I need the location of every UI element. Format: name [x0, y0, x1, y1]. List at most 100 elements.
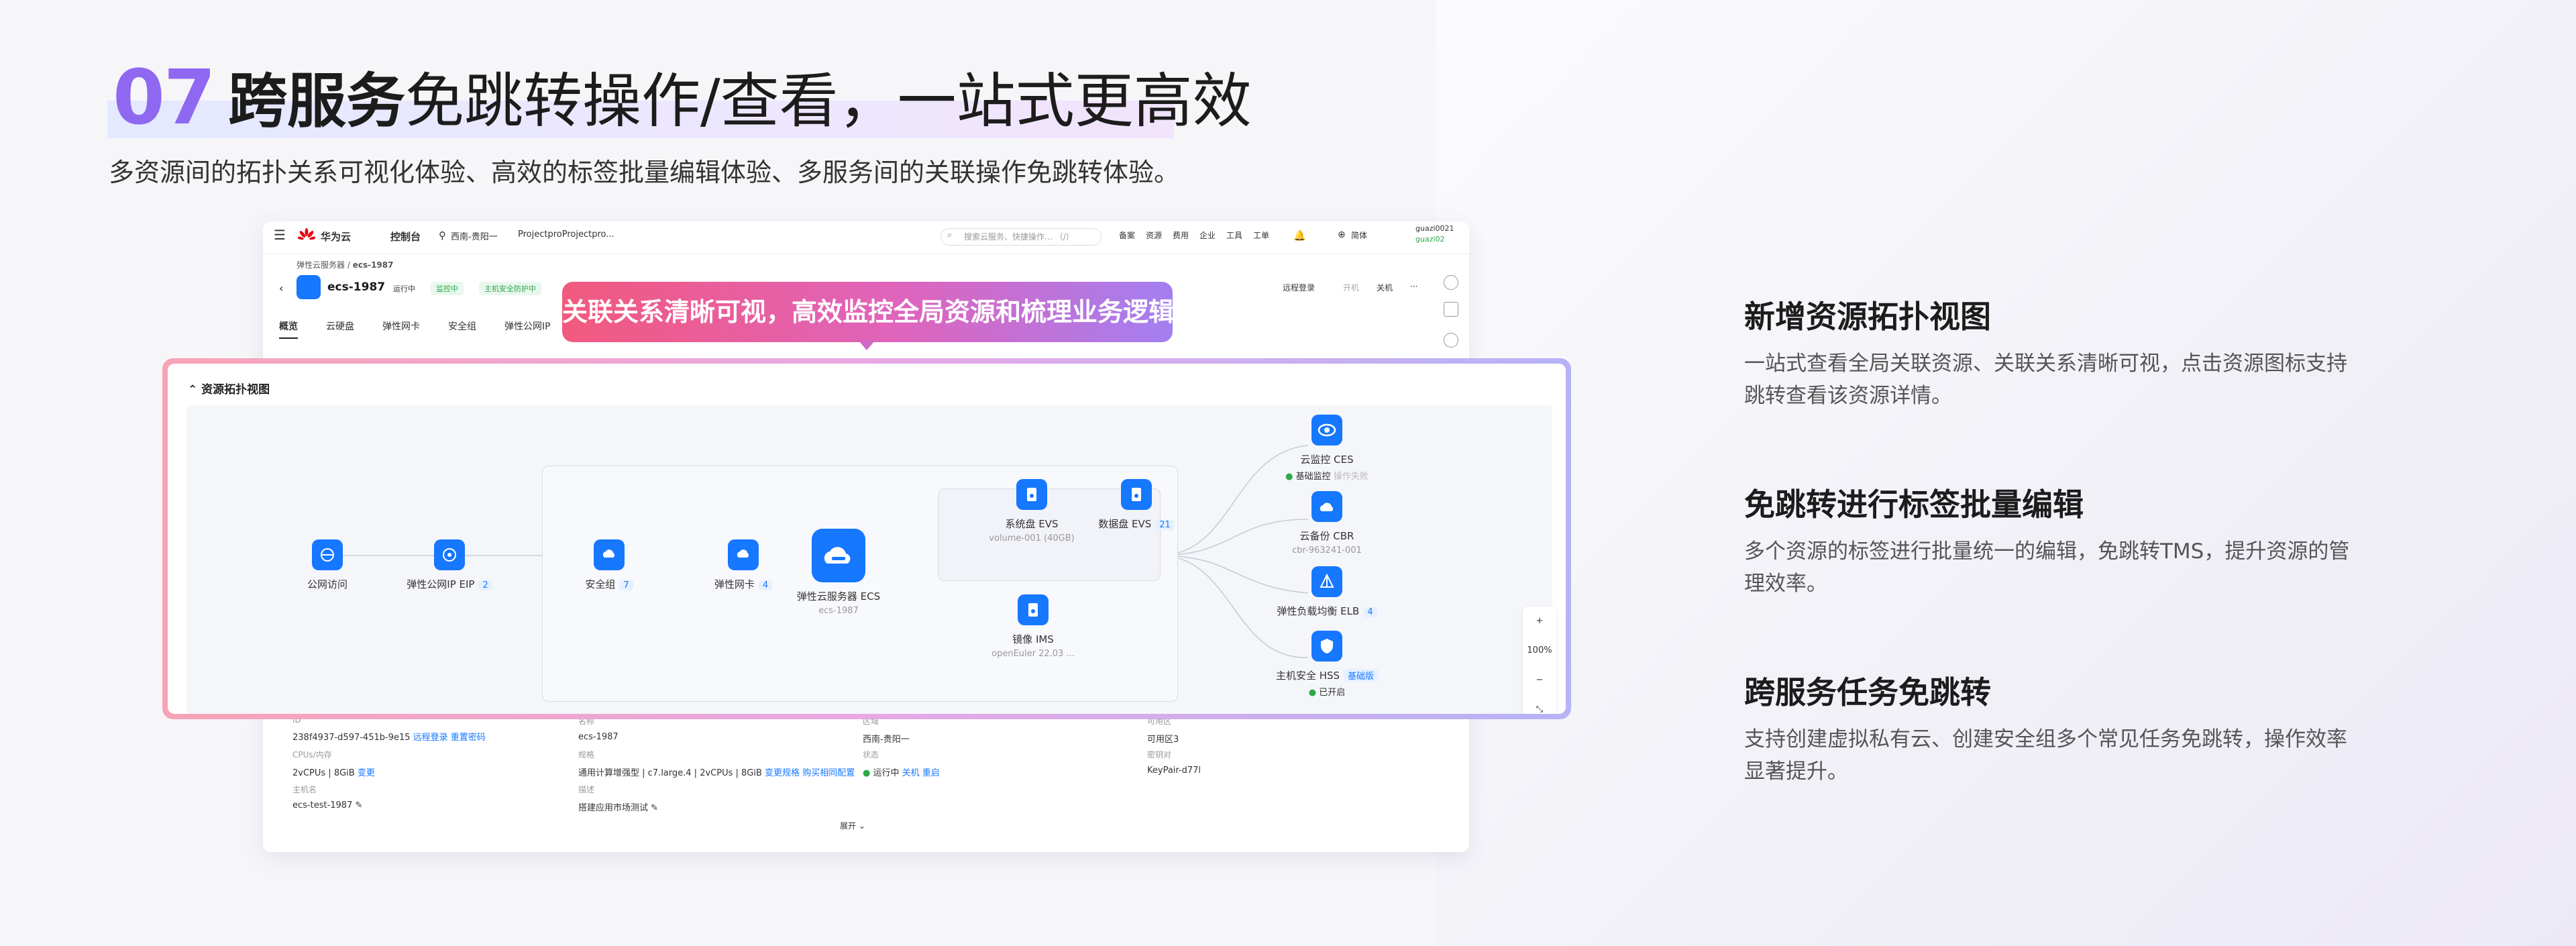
feedback-icon[interactable] [1444, 333, 1458, 348]
region-select[interactable]: 西南-贵阳一 [451, 229, 498, 242]
callout-banner: 关联关系清晰可视，高效监控全局资源和梳理业务逻辑 [562, 282, 1174, 342]
expand-button[interactable]: 展开 ⌄ [840, 820, 865, 831]
start-button[interactable]: 开机 [1343, 282, 1359, 293]
top-menu-5[interactable]: 工单 [1253, 229, 1269, 241]
title-rest: 免跳转操作/查看，一站式更高效 [405, 66, 1252, 136]
shield-icon [1311, 631, 1342, 662]
node-eip[interactable]: 弹性公网IP EIP 2 [376, 539, 523, 591]
document-icon[interactable] [1444, 302, 1458, 317]
more-button[interactable]: ··· [1410, 282, 1417, 291]
tab-eip[interactable]: 弹性公网IP [504, 321, 551, 332]
expand-label: 展开 [840, 821, 857, 831]
cpu-label: CPUs/内存 [292, 750, 332, 759]
node-ecs-sub: ecs-1987 [818, 606, 859, 616]
node-cbr[interactable]: 云备份 CBR cbr-963241-001 [1253, 491, 1401, 556]
feature-3-desc: 支持创建虚拟私有云、创建安全组多个常见任务免跳转，操作效率显著提升。 [1744, 727, 2347, 784]
tab-security-group[interactable]: 安全组 [448, 321, 476, 332]
page-subtitle: 多资源间的拓扑关系可视化体验、高效的标签批量编辑体验、多服务间的关联操作免跳转体… [109, 158, 1180, 187]
zoom-in-button[interactable]: + [1523, 607, 1556, 636]
eye-icon [1311, 415, 1342, 445]
help-icon[interactable] [1444, 275, 1458, 290]
menu-icon[interactable]: ☰ [274, 227, 286, 243]
eip-icon [434, 539, 465, 570]
feature-1-title: 新增资源拓扑视图 [1744, 299, 1991, 335]
topology-panel-frame: ⌃ 资源拓扑视图 公网访问 弹性公网IP EIP 2 安全组 7 弹性网卡 4 … [162, 358, 1571, 719]
id-link-1[interactable]: 重置密码 [451, 733, 486, 743]
zoom-out-button[interactable]: − [1523, 666, 1556, 695]
nav-console[interactable]: 控制台 [390, 229, 421, 244]
tab-overview[interactable]: 概览 [279, 321, 298, 339]
project-select[interactable]: ProjectproProjectpro... [518, 229, 614, 240]
background-wash [1436, 0, 2576, 946]
user-name[interactable]: guazi0021 [1415, 224, 1454, 233]
node-ecs[interactable]: 弹性云服务器 ECS ecs-1987 [765, 529, 912, 616]
node-security-group[interactable]: 安全组 7 [535, 539, 683, 591]
state-dot-icon: ● [863, 768, 871, 778]
top-menu-1[interactable]: 资源 [1146, 229, 1162, 241]
spec-link-1[interactable]: 购买相同配置 [802, 768, 855, 778]
top-menu-2[interactable]: 费用 [1173, 229, 1189, 241]
language-select[interactable]: 简体 [1351, 229, 1367, 241]
topology-title: ⌃ 资源拓扑视图 [188, 383, 270, 397]
data-disk-icon [1121, 479, 1152, 510]
state-link-0[interactable]: 关机 [902, 768, 920, 778]
id-value: 238f4937-d597-451b-9e15 [292, 733, 411, 743]
search-input[interactable]: 搜索云服务、快捷操作… （/） [941, 228, 1102, 246]
feature-2-title: 免跳转进行标签批量编辑 [1744, 486, 2084, 523]
feature-3-title: 跨服务任务免跳转 [1744, 674, 1991, 711]
info-spec: 规格通用计算增强型 | c7.large.4 | 2vCPUs | 8GiB 变… [578, 749, 855, 778]
node-ces[interactable]: 云监控 CES ● 基础监控 操作失败 [1253, 415, 1401, 482]
globe-icon[interactable]: ⊕ [1338, 229, 1346, 240]
fit-screen-icon[interactable]: ⤡ [1523, 695, 1556, 714]
cpu-link[interactable]: 变更 [358, 768, 375, 778]
top-menu-4[interactable]: 工具 [1226, 229, 1242, 241]
hss-edition-badge: 基础版 [1344, 669, 1379, 682]
section-number: 07 [113, 54, 216, 142]
spec-link-0[interactable]: 变更规格 [765, 768, 800, 778]
bell-icon[interactable]: 🔔 [1293, 229, 1306, 242]
location-icon: ⚲ [439, 229, 446, 242]
user-sub: guazi02 [1415, 235, 1445, 244]
sg-label-text: 安全组 [585, 578, 616, 590]
tag-protect: 主机安全防护中 [479, 282, 541, 295]
info-cpu: CPUs/内存 2vCPUs | 8GiB 变更 [292, 749, 375, 778]
id-link-0[interactable]: 远程登录 [413, 733, 448, 743]
spec-value: 通用计算增强型 | c7.large.4 | 2vCPUs | 8GiB [578, 768, 762, 778]
remote-login-button[interactable]: 远程登录 [1283, 282, 1315, 293]
node-data-disk[interactable]: 数据盘 EVS 21 [1063, 479, 1210, 531]
feature-1-desc: 一站式查看全局关联资源、关联关系清晰可视，点击资源图标支持跳转查看该资源详情。 [1744, 352, 2347, 408]
top-menu-3[interactable]: 企业 [1199, 229, 1216, 241]
tab-nic[interactable]: 弹性网卡 [382, 321, 420, 332]
info-state: 状态 ● 运行中 关机 重启 [863, 749, 940, 778]
tag-monitoring: 监控中 [431, 282, 464, 295]
console-topbar: ☰ 华为云 控制台 ⚲ 西南-贵阳一 ProjectproProjectpro.… [263, 221, 1469, 254]
status-running: 运行中 [393, 284, 415, 293]
node-cbr-sub: cbr-963241-001 [1292, 545, 1362, 556]
breadcrumb-0[interactable]: 弹性云服务器 [297, 260, 345, 270]
back-icon[interactable]: ‹ [279, 282, 283, 295]
host-label: 主机名 [292, 785, 317, 794]
desc-label: 描述 [578, 785, 595, 794]
node-ces-label: 云监控 CES [1300, 454, 1354, 466]
topology-canvas[interactable]: 公网访问 弹性公网IP EIP 2 安全组 7 弹性网卡 4 弹性云服务器 ECS ec… [186, 405, 1556, 714]
stop-button[interactable]: 关机 [1377, 282, 1393, 293]
node-hss[interactable]: 主机安全 HSS 基础版 ● 已开启 [1253, 631, 1401, 698]
top-menu-0[interactable]: 备案 [1119, 229, 1135, 241]
page-title: 跨服务免跳转操作/查看，一站式更高效 [228, 64, 1252, 138]
node-image[interactable]: 镜像 IMS openEuler 22.03 ... [959, 594, 1107, 659]
topology-title-text: 资源拓扑视图 [201, 383, 270, 397]
topology-panel: ⌃ 资源拓扑视图 公网访问 弹性公网IP EIP 2 安全组 7 弹性网卡 4 … [168, 364, 1566, 714]
node-data-evs-label: 数据盘 EVS 21 [1063, 517, 1210, 531]
node-elb[interactable]: 弹性负载均衡 ELB 4 [1253, 566, 1401, 618]
backup-icon [1311, 491, 1342, 522]
breadcrumb-1: ecs-1987 [352, 260, 394, 270]
host-value: ecs-test-1987 [292, 800, 353, 810]
ces-status-dot-icon: ● [1285, 472, 1293, 482]
key-value: KeyPair-d77l [1147, 766, 1201, 776]
ces-extra: 操作失败 [1333, 472, 1368, 482]
region-value: 西南-贵阳一 [863, 735, 910, 745]
state-link-1[interactable]: 重启 [922, 768, 940, 778]
brand-name: 华为云 [321, 231, 352, 243]
tab-disk[interactable]: 云硬盘 [326, 321, 354, 332]
spec-label: 规格 [578, 750, 595, 759]
